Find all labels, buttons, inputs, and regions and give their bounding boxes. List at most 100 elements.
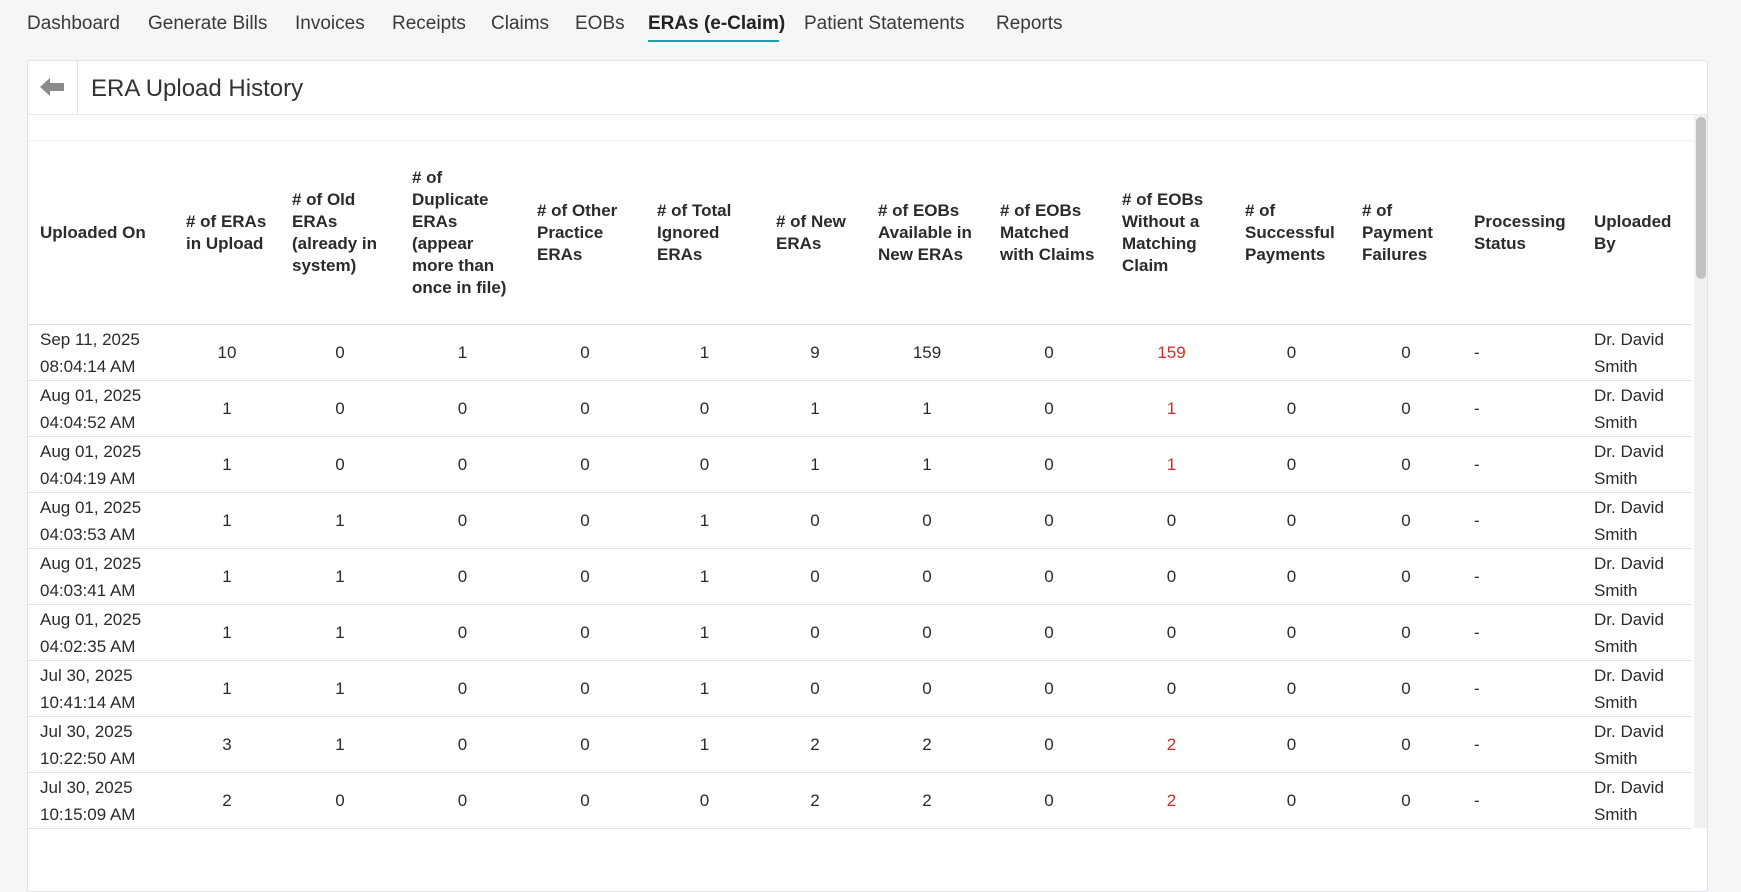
table-cell: 0	[400, 436, 525, 493]
table-cell: 0	[1233, 492, 1350, 549]
era-upload-history-panel: ERA Upload History Uploaded On # of ERAs …	[27, 60, 1708, 892]
table-row[interactable]: Aug 01, 2025 04:02:35 AM 1 1 0 0 1 0 0 0 0 0 0- Dr. …	[28, 604, 1692, 661]
table-cell: 0	[645, 436, 764, 493]
table-cell: 1	[645, 660, 764, 717]
era-table-container: Uploaded On # of ERAs in Upload # of Old E…	[28, 115, 1692, 890]
table-cell: -	[1462, 492, 1582, 549]
era-upload-table: Uploaded On # of ERAs in Upload # of Old E…	[28, 141, 1692, 829]
table-cell: -	[1462, 548, 1582, 605]
table-cell: 2	[1110, 772, 1233, 829]
nav-invoices[interactable]: Invoices	[295, 13, 365, 35]
nav-eras[interactable]: ERAs (e-Claim)	[648, 13, 785, 35]
nav-patient-statements[interactable]: Patient Statements	[804, 13, 965, 35]
table-cell: 0	[988, 492, 1110, 549]
nav-generate-bills[interactable]: Generate Bills	[148, 13, 267, 35]
table-cell: 0	[988, 604, 1110, 661]
column-header: # of EOBs Available in New ERAs	[866, 141, 988, 325]
table-cell: 0	[1350, 772, 1462, 829]
table-cell: 0	[1233, 548, 1350, 605]
table-cell: 1	[280, 660, 400, 717]
table-cell: 1	[174, 660, 280, 717]
page-title: ERA Upload History	[91, 75, 304, 102]
table-cell: 1	[764, 436, 866, 493]
column-header: Processing Status	[1462, 141, 1582, 325]
table-cell: 0	[1110, 604, 1233, 661]
table-cell: 0	[988, 380, 1110, 437]
table-cell: Dr. David Smith	[1582, 492, 1692, 549]
table-cell: Aug 01, 2025 04:03:41 AM	[28, 548, 174, 605]
table-cell: 0	[1350, 436, 1462, 493]
table-row[interactable]: Aug 01, 2025 04:04:19 AM 1 0 0 0 0 1 1 0 1 0 0- Dr. …	[28, 436, 1692, 493]
table-cell: 1	[764, 380, 866, 437]
table-row[interactable]: Jul 30, 2025 10:15:09 AM 2 0 0 0 0 2 2 0 2 0 0- Dr. …	[28, 772, 1692, 829]
nav-active-indicator	[648, 40, 779, 42]
table-toolbar	[28, 115, 1692, 141]
table-row[interactable]: Jul 30, 2025 10:41:14 AM 1 1 0 0 1 0 0 0 0 0 0- Dr. …	[28, 660, 1692, 717]
top-nav: Dashboard Generate Bills Invoices Receip…	[0, 0, 1741, 50]
column-header: # of ERAs in Upload	[174, 141, 280, 325]
table-cell: 2	[764, 772, 866, 829]
table-cell: 2	[866, 772, 988, 829]
table-cell: -	[1462, 380, 1582, 437]
table-cell: 9	[764, 324, 866, 381]
nav-eobs[interactable]: EOBs	[575, 13, 625, 35]
table-cell: Dr. David Smith	[1582, 436, 1692, 493]
table-cell: 0	[764, 548, 866, 605]
table-cell: 0	[1350, 548, 1462, 605]
table-cell: 2	[866, 716, 988, 773]
table-cell: 1	[645, 716, 764, 773]
table-cell: 0	[764, 660, 866, 717]
table-cell: 0	[988, 436, 1110, 493]
table-cell: 159	[866, 324, 988, 381]
table-cell: 0	[1110, 660, 1233, 717]
table-cell: 0	[400, 716, 525, 773]
column-header: # of EOBs Without a Matching Claim	[1110, 141, 1233, 325]
table-cell: 0	[645, 380, 764, 437]
column-header: # of Total Ignored ERAs	[645, 141, 764, 325]
panel-header: ERA Upload History	[28, 61, 1707, 115]
table-scrollbar[interactable]	[1694, 115, 1707, 828]
column-header: Uploaded On	[28, 141, 174, 325]
table-row[interactable]: Aug 01, 2025 04:03:53 AM 1 1 0 0 1 0 0 0 0 0 0- Dr. …	[28, 492, 1692, 549]
table-cell: Dr. David Smith	[1582, 380, 1692, 437]
nav-receipts[interactable]: Receipts	[392, 13, 466, 35]
table-cell: 1	[1110, 436, 1233, 493]
table-cell: 1	[866, 436, 988, 493]
table-row[interactable]: Aug 01, 2025 04:03:41 AM 1 1 0 0 1 0 0 0 0 0 0- Dr. …	[28, 548, 1692, 605]
table-cell: 0	[988, 772, 1110, 829]
table-cell: 0	[400, 660, 525, 717]
table-cell: Aug 01, 2025 04:02:35 AM	[28, 604, 174, 661]
table-cell: 0	[1233, 772, 1350, 829]
table-cell: 1	[174, 380, 280, 437]
table-row[interactable]: Sep 11, 2025 08:04:14 AM 10 0 1 0 1 9 159 0 159 0 0…	[28, 324, 1692, 381]
table-cell: 0	[400, 604, 525, 661]
table-cell: -	[1462, 436, 1582, 493]
table-cell: Aug 01, 2025 04:04:52 AM	[28, 380, 174, 437]
table-cell: 0	[280, 436, 400, 493]
table-cell: 0	[525, 604, 645, 661]
table-cell: Jul 30, 2025 10:22:50 AM	[28, 716, 174, 773]
table-cell: 1	[280, 548, 400, 605]
scrollbar-thumb[interactable]	[1696, 117, 1706, 279]
table-cell: 0	[1233, 660, 1350, 717]
table-cell: 0	[1233, 380, 1350, 437]
table-cell: 0	[400, 380, 525, 437]
table-row[interactable]: Aug 01, 2025 04:04:52 AM 1 0 0 0 0 1 1 0 1 0 0- Dr. …	[28, 380, 1692, 437]
nav-claims[interactable]: Claims	[491, 13, 549, 35]
table-cell: Sep 11, 2025 08:04:14 AM	[28, 324, 174, 381]
table-cell: 0	[280, 380, 400, 437]
table-cell: Dr. David Smith	[1582, 660, 1692, 717]
table-row[interactable]: Jul 30, 2025 10:22:50 AM 3 1 0 0 1 2 2 0 2 0 0- Dr. …	[28, 716, 1692, 773]
table-cell: 2	[764, 716, 866, 773]
table-cell: 0	[1110, 492, 1233, 549]
nav-reports[interactable]: Reports	[996, 13, 1063, 35]
nav-dashboard[interactable]: Dashboard	[27, 13, 120, 35]
back-button[interactable]	[28, 61, 78, 114]
column-header: # of EOBs Matched with Claims	[988, 141, 1110, 325]
table-cell: 0	[866, 660, 988, 717]
table-cell: 0	[1350, 492, 1462, 549]
table-cell: 159	[1110, 324, 1233, 381]
column-header: # of New ERAs	[764, 141, 866, 325]
table-cell: 1	[280, 492, 400, 549]
table-cell: 0	[280, 772, 400, 829]
